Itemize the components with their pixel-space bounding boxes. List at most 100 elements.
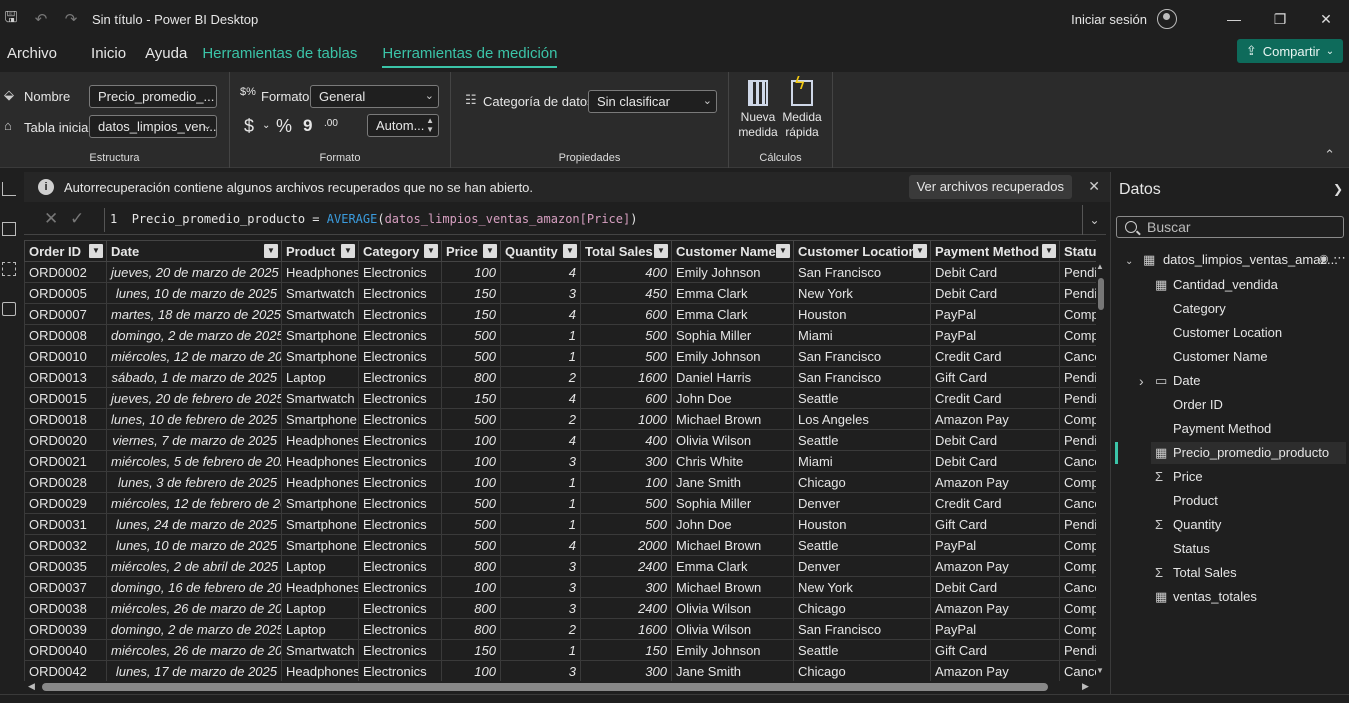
table-cell[interactable]: Electronics [358,408,442,430]
filter-dropdown-icon[interactable]: ▼ [913,244,927,258]
table-cell[interactable]: Smartphone [281,492,359,514]
table-cell[interactable]: Seattle [793,534,931,556]
table-cell[interactable]: 4 [500,534,581,556]
table-cell[interactable]: Houston [793,513,931,535]
chevron-right-icon[interactable]: › [1139,370,1144,392]
field-item[interactable]: Customer Location [1151,322,1346,344]
formula-editor[interactable]: 1 Precio_promedio_producto = AVERAGE(dat… [110,212,637,226]
table-cell[interactable]: Electronics [358,345,442,367]
table-cell[interactable]: Smartphone [281,513,359,535]
table-row[interactable]: ORD0005 lunes, 10 de marzo de 2025 Smartwa… [24,282,1096,304]
table-cell[interactable]: Electronics [358,492,442,514]
table-cell[interactable]: miércoles, 26 de marzo de 2025 [106,597,282,619]
table-cell[interactable]: Smartwatch [281,282,359,304]
table-cell[interactable]: ORD0008 [24,324,107,346]
table-cell[interactable]: Compl [1059,408,1096,430]
table-cell[interactable]: Electronics [358,576,442,598]
table-cell[interactable]: Cance [1059,492,1096,514]
table-cell[interactable]: Electronics [358,534,442,556]
table-cell[interactable]: Smartwatch [281,639,359,661]
table-cell[interactable]: 800 [441,597,501,619]
table-cell[interactable]: Compl [1059,303,1096,325]
table-cell[interactable]: Headphones [281,660,359,681]
table-cell[interactable]: Chicago [793,597,931,619]
table-cell[interactable]: Laptop [281,366,359,388]
filter-dropdown-icon[interactable]: ▼ [654,244,668,258]
table-cell[interactable]: 4 [500,429,581,451]
table-node[interactable]: ⌄ ▦ datos_limpios_ventas_amaz... ◉ ⋯ [1125,250,1346,268]
table-cell[interactable]: 400 [580,261,672,283]
table-row[interactable]: ORD0018 lunes, 10 de febrero de 2025 Smart… [24,408,1096,430]
table-cell[interactable]: Cance [1059,450,1096,472]
scroll-down-icon[interactable]: ▼ [1096,666,1104,675]
table-cell[interactable]: 1600 [580,366,672,388]
commit-formula-icon[interactable]: ✓ [70,209,84,229]
table-cell[interactable]: 1600 [580,618,672,640]
filter-dropdown-icon[interactable]: ▼ [483,244,497,258]
table-cell[interactable]: PayPal [930,324,1060,346]
table-cell[interactable]: miércoles, 12 de marzo de 2025 [106,345,282,367]
restore-button[interactable]: ❐ [1257,11,1303,28]
table-cell[interactable]: 2 [500,408,581,430]
table-cell[interactable]: 100 [441,261,501,283]
table-cell[interactable]: ORD0013 [24,366,107,388]
vertical-scrollbar[interactable]: ▲ ▼ [1096,260,1106,680]
table-cell[interactable]: lunes, 3 de febrero de 2025 [106,471,282,493]
table-cell[interactable]: Amazon Pay [930,471,1060,493]
table-cell[interactable]: 300 [580,660,672,681]
table-cell[interactable]: 2 [500,618,581,640]
table-cell[interactable]: John Doe [671,513,794,535]
table-cell[interactable]: 100 [441,660,501,681]
table-cell[interactable]: domingo, 16 de febrero de 2025 [106,576,282,598]
table-row[interactable]: ORD0031 lunes, 24 de marzo de 2025 Smartph… [24,513,1096,535]
table-cell[interactable]: Los Angeles [793,408,931,430]
table-cell[interactable]: ORD0015 [24,387,107,409]
table-cell[interactable]: Smartphone [281,324,359,346]
table-cell[interactable]: Compl [1059,597,1096,619]
table-cell[interactable]: 100 [441,576,501,598]
table-cell[interactable]: 1000 [580,408,672,430]
scroll-up-icon[interactable]: ▲ [1096,262,1104,271]
field-item[interactable]: Σ Price [1151,466,1346,488]
filter-dropdown-icon[interactable]: ▼ [264,244,278,258]
home-table-dropdown[interactable]: datos_limpios_ven... ⌄ [89,115,217,138]
table-cell[interactable]: Electronics [358,282,442,304]
table-cell[interactable]: Olivia Wilson [671,618,794,640]
report-view-icon[interactable] [2,182,16,196]
table-row[interactable]: ORD0020 viernes, 7 de marzo de 2025 Headph… [24,429,1096,451]
decimals-stepper[interactable]: Autom... ▲ ▼ [367,114,439,137]
table-cell[interactable]: New York [793,576,931,598]
table-cell[interactable]: 3 [500,450,581,472]
table-cell[interactable]: Laptop [281,618,359,640]
table-cell[interactable]: Olivia Wilson [671,429,794,451]
menu-herramientas-tablas[interactable]: Herramientas de tablas [202,45,357,62]
format-dropdown[interactable]: General ⌄ [310,85,439,108]
table-cell[interactable]: 800 [441,618,501,640]
table-cell[interactable]: PayPal [930,303,1060,325]
table-cell[interactable]: Seattle [793,639,931,661]
table-cell[interactable]: ORD0010 [24,345,107,367]
table-cell[interactable]: Compl [1059,618,1096,640]
table-cell[interactable]: Chicago [793,660,931,681]
table-cell[interactable]: 600 [580,387,672,409]
table-cell[interactable]: Electronics [358,387,442,409]
table-cell[interactable]: Gift Card [930,639,1060,661]
view-recovered-button[interactable]: Ver archivos recuperados [908,175,1072,199]
table-cell[interactable]: San Francisco [793,261,931,283]
table-cell[interactable]: martes, 18 de marzo de 2025 [106,303,282,325]
field-item[interactable]: Σ Quantity [1151,514,1346,536]
table-cell[interactable]: 150 [441,282,501,304]
table-cell[interactable]: Miami [793,324,931,346]
filter-dropdown-icon[interactable]: ▼ [563,244,577,258]
table-cell[interactable]: 2400 [580,597,672,619]
table-cell[interactable]: ORD0040 [24,639,107,661]
table-cell[interactable]: 500 [441,534,501,556]
table-cell[interactable]: 3 [500,576,581,598]
table-cell[interactable]: 1 [500,345,581,367]
table-cell[interactable]: 800 [441,366,501,388]
field-item[interactable]: Status [1151,538,1346,560]
table-cell[interactable]: 500 [580,492,672,514]
table-cell[interactable]: Pendir [1059,282,1096,304]
table-cell[interactable]: Headphones [281,471,359,493]
table-cell[interactable]: Smartphone [281,408,359,430]
